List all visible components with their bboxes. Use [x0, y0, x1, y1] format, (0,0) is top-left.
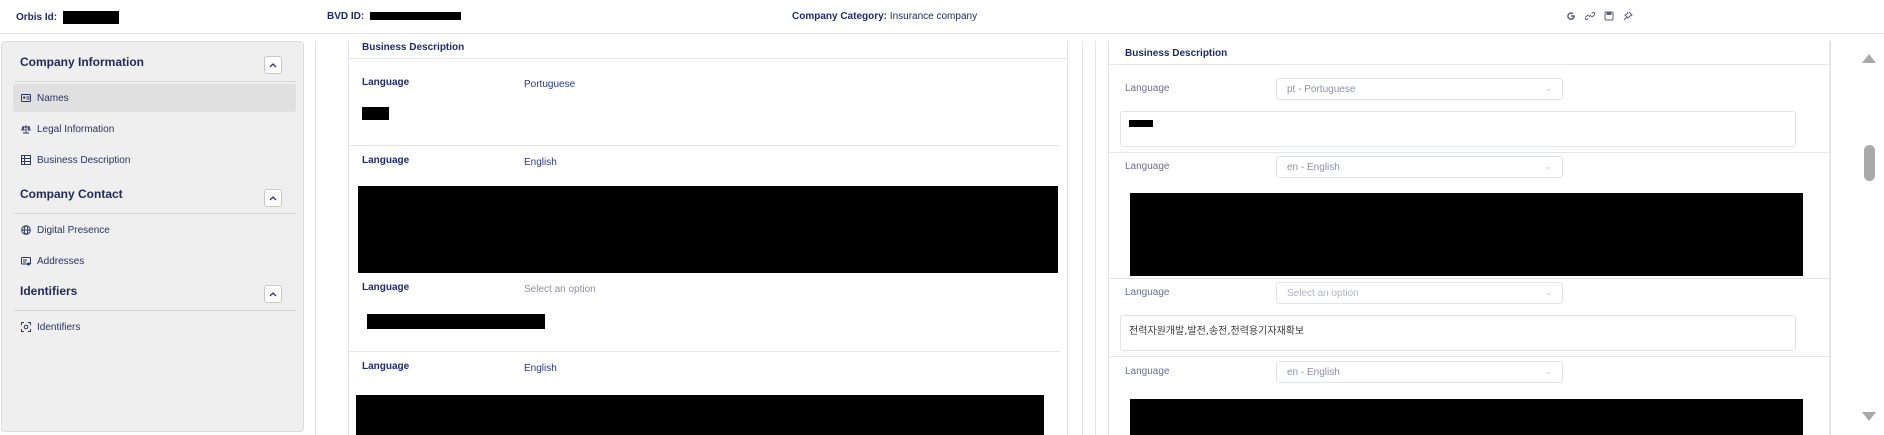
redacted-description — [362, 107, 389, 120]
company-category-label: Company Category: — [792, 11, 888, 22]
redacted-text — [1129, 119, 1153, 127]
collapse-button-company-contact[interactable] — [264, 189, 282, 207]
language-select[interactable]: Select an option ⌄ — [1276, 282, 1563, 304]
section-title-identifiers: Identifiers — [20, 284, 78, 298]
save-icon[interactable] — [1603, 10, 1614, 21]
language-value: Select an option — [524, 284, 596, 295]
divider — [1108, 278, 1830, 279]
chevron-up-icon — [269, 196, 277, 201]
collapse-button-identifiers[interactable] — [264, 285, 282, 303]
sidebar-item-business-description[interactable]: Business Description — [13, 146, 296, 174]
scale-icon — [21, 124, 31, 134]
description-textarea[interactable] — [1120, 111, 1796, 147]
chevron-down-icon: ⌄ — [1545, 162, 1552, 171]
sidebar-item-label: Names — [37, 92, 69, 104]
orbis-id: Orbis Id: — [16, 11, 119, 24]
chevron-up-icon — [269, 292, 277, 297]
toolbar-icons — [1565, 10, 1633, 21]
top-bar: Orbis Id: BVD ID: Company Category: Insu… — [0, 0, 1884, 34]
redacted-description — [358, 186, 1058, 273]
redacted-description — [356, 395, 1044, 435]
link-icon[interactable] — [1584, 10, 1595, 21]
collapse-button-company-information[interactable] — [264, 56, 282, 74]
orbis-id-label: Orbis Id: — [16, 12, 58, 24]
language-select-value: en - English — [1287, 162, 1340, 173]
divider — [1108, 152, 1830, 153]
chevron-up-icon — [269, 63, 277, 68]
divider — [348, 58, 1068, 59]
sidebar-item-label: Addresses — [37, 255, 85, 267]
language-value: English — [524, 157, 557, 168]
language-value: English — [524, 363, 557, 374]
sidebar-item-addresses[interactable]: Addresses — [13, 247, 296, 275]
language-select-value: en - English — [1287, 367, 1340, 378]
company-category-value: Insurance company — [889, 11, 978, 22]
language-label: Language — [1125, 287, 1170, 298]
language-label: Language — [362, 77, 410, 88]
left-business-description-panel: Business Description Language Portuguese… — [315, 41, 1083, 435]
sidebar-item-identifiers[interactable]: Identifiers — [13, 313, 296, 341]
language-label: Language — [362, 282, 410, 293]
scrollbar-thumb[interactable] — [1864, 145, 1875, 181]
divider — [348, 351, 1060, 352]
divider — [14, 213, 296, 214]
google-icon[interactable] — [1565, 10, 1576, 21]
redacted-description — [1130, 193, 1803, 276]
divider — [14, 81, 296, 82]
language-value: Portuguese — [524, 79, 576, 90]
company-category: Company Category: Insurance company — [792, 11, 977, 23]
chevron-down-icon: ⌄ — [1545, 288, 1552, 297]
orbis-id-redacted — [62, 11, 119, 24]
description-textarea[interactable]: 전력자원개발,발전,송전,전력용기자재확보 — [1120, 315, 1796, 351]
divider — [1108, 64, 1830, 65]
right-section-title: Business Description — [1125, 48, 1228, 59]
language-select[interactable]: pt - Portuguese ⌄ — [1276, 78, 1563, 100]
sidebar: Company Information Names Legal Informat… — [1, 41, 304, 432]
scroll-down-arrow-icon[interactable] — [1862, 412, 1876, 421]
globe-icon — [21, 225, 31, 235]
sidebar-item-legal-information[interactable]: Legal Information — [13, 115, 296, 143]
bvd-id: BVD ID: — [327, 11, 462, 23]
bvd-id-label: BVD ID: — [327, 11, 365, 22]
scan-icon — [21, 322, 31, 332]
language-label: Language — [362, 155, 410, 166]
language-label: Language — [1125, 366, 1170, 377]
section-title-company-contact: Company Contact — [20, 187, 123, 201]
sidebar-item-label: Identifiers — [37, 321, 81, 333]
id-card-icon — [21, 93, 31, 103]
chevron-down-icon: ⌄ — [1545, 84, 1552, 93]
bvd-id-redacted — [370, 12, 462, 21]
address-card-icon — [21, 256, 31, 266]
sidebar-item-names[interactable]: Names — [13, 84, 296, 112]
language-label: Language — [362, 361, 410, 372]
sidebar-item-label: Digital Presence — [37, 224, 110, 236]
sidebar-item-label: Business Description — [37, 154, 131, 166]
language-label: Language — [1125, 83, 1170, 94]
section-title-company-information: Company Information — [20, 55, 145, 69]
description-text: 전력자원개발,발전,송전,전력용기자재확보 — [1129, 326, 1305, 337]
divider — [348, 145, 1060, 146]
language-select-value: pt - Portuguese — [1287, 84, 1356, 95]
language-label: Language — [1125, 161, 1170, 172]
chevron-down-icon: ⌄ — [1545, 367, 1552, 376]
language-select[interactable]: en - English ⌄ — [1276, 361, 1563, 383]
language-select-value: Select an option — [1287, 288, 1359, 299]
sidebar-item-digital-presence[interactable]: Digital Presence — [13, 216, 296, 244]
divider — [14, 310, 296, 311]
sidebar-item-label: Legal Information — [37, 123, 115, 135]
scroll-up-arrow-icon[interactable] — [1862, 54, 1876, 63]
pin-icon[interactable] — [1622, 10, 1633, 21]
language-select[interactable]: en - English ⌄ — [1276, 156, 1563, 178]
redacted-description — [367, 314, 545, 329]
divider — [1108, 356, 1830, 357]
left-section-title: Business Description — [362, 42, 465, 53]
redacted-description — [1130, 399, 1803, 435]
table-icon — [21, 155, 31, 165]
right-business-description-panel: Business Description Language pt - Portu… — [1095, 41, 1831, 435]
